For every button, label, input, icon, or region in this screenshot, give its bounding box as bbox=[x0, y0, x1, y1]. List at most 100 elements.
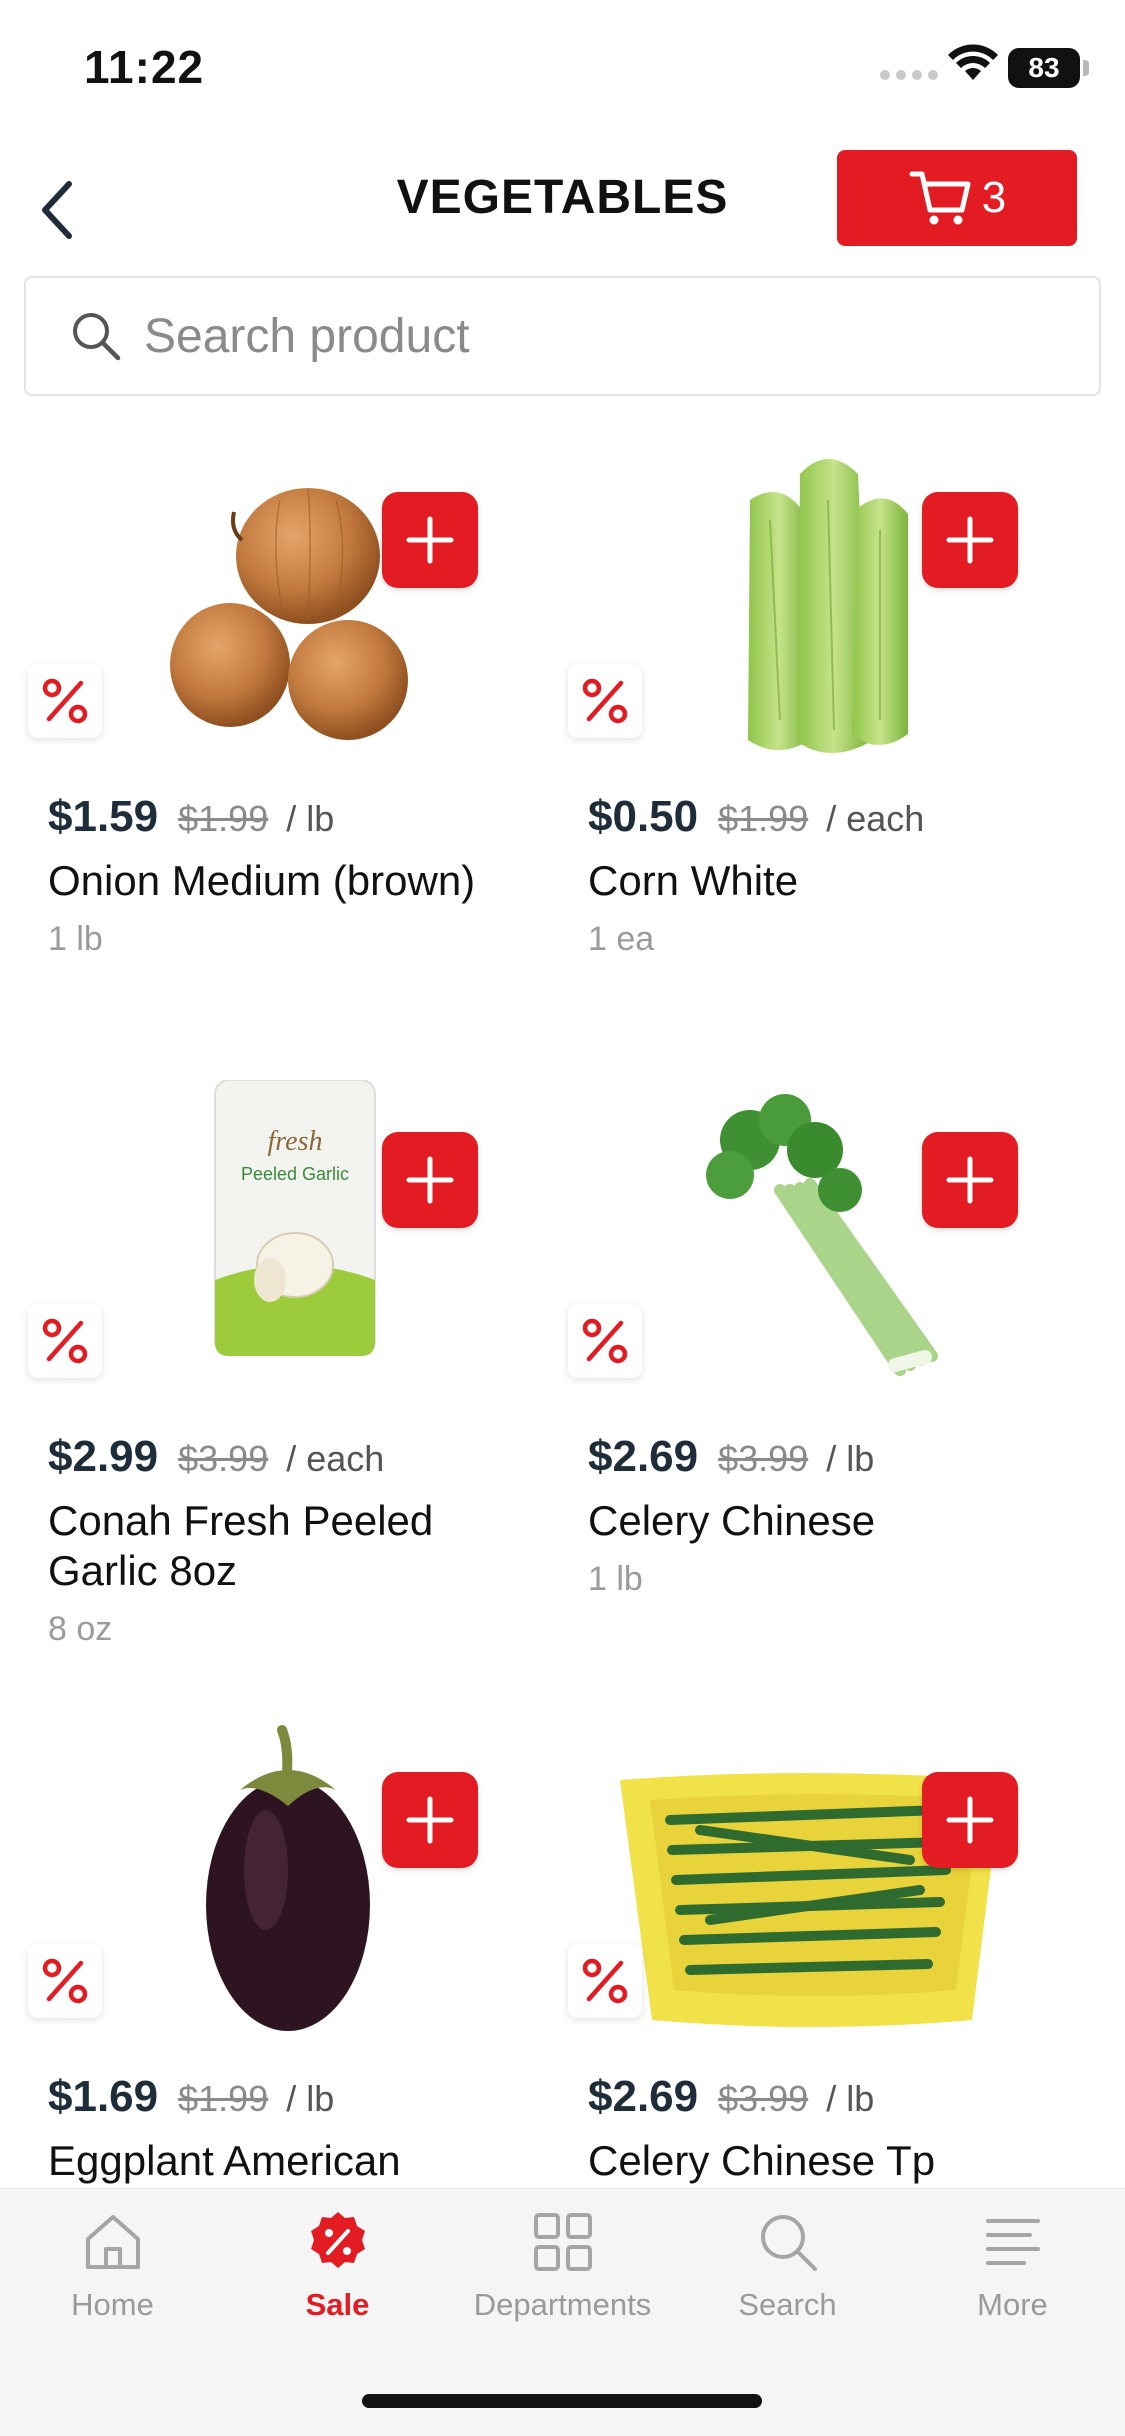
add-to-cart-button[interactable] bbox=[382, 1132, 478, 1228]
product-name-block: Eggplant American bbox=[48, 2136, 528, 2186]
celery-tray-image bbox=[620, 1773, 1002, 2027]
tab-search[interactable]: Search bbox=[675, 2209, 900, 2349]
price-unit: / lb bbox=[826, 1438, 875, 1479]
product-card[interactable]: $2.69 $3.99 / lb Celery Chinese Tp bbox=[540, 1720, 1080, 2190]
menu-icon bbox=[985, 2219, 1040, 2265]
sale-badge bbox=[28, 1304, 102, 1378]
svg-text:fresh: fresh bbox=[268, 1126, 323, 1157]
price-row: $2.69 $3.99 / lb bbox=[588, 2072, 874, 2122]
percent-icon bbox=[42, 1318, 88, 1364]
home-icon bbox=[85, 2215, 140, 2269]
svg-text:Peeled Garlic: Peeled Garlic bbox=[241, 1164, 349, 1184]
tab-home[interactable]: Home bbox=[0, 2209, 225, 2349]
percent-icon bbox=[42, 678, 88, 724]
tab-label: Sale bbox=[305, 2287, 370, 2322]
price: $2.69 bbox=[588, 2072, 699, 2121]
sale-badge bbox=[568, 664, 642, 738]
product-name: Onion Medium (brown) bbox=[48, 857, 476, 904]
battery-cap bbox=[1083, 60, 1089, 76]
plus-icon bbox=[946, 1156, 994, 1204]
price-unit: / lb bbox=[286, 798, 335, 839]
old-price: $1.99 bbox=[178, 798, 269, 839]
old-price: $1.99 bbox=[178, 2078, 269, 2119]
sale-badge bbox=[28, 664, 102, 738]
product-card[interactable]: $0.50 $1.99 / each Corn White 1 ea bbox=[540, 440, 1080, 1060]
old-price: $1.99 bbox=[718, 798, 809, 839]
tab-label: Search bbox=[738, 2287, 837, 2322]
battery-icon: 83 bbox=[1008, 48, 1080, 88]
header: VEGETABLES 3 bbox=[0, 140, 1125, 265]
price-row: $0.50 $1.99 / each bbox=[588, 792, 924, 842]
product-name-block: Conah Fresh Peeled Garlic 8oz 8 oz bbox=[48, 1496, 528, 1654]
price-unit: / lb bbox=[826, 2078, 875, 2119]
price-row: $2.99 $3.99 / each bbox=[48, 1432, 384, 1482]
add-to-cart-button[interactable] bbox=[922, 492, 1018, 588]
add-to-cart-button[interactable] bbox=[382, 1772, 478, 1868]
percent-icon bbox=[582, 1318, 628, 1364]
battery-level: 83 bbox=[1028, 52, 1060, 83]
product-card[interactable]: $1.59 $1.99 / lb Onion Medium (brown) 1 … bbox=[0, 440, 540, 1060]
tab-departments[interactable]: Departments bbox=[450, 2209, 675, 2349]
price-row: $1.59 $1.99 / lb bbox=[48, 792, 334, 842]
add-to-cart-button[interactable] bbox=[922, 1772, 1018, 1868]
celery-image bbox=[706, 1094, 938, 1376]
plus-icon bbox=[406, 1796, 454, 1844]
tab-label: More bbox=[977, 2287, 1048, 2322]
product-name: Conah Fresh Peeled Garlic 8oz bbox=[48, 1497, 434, 1594]
grid-icon bbox=[533, 2213, 592, 2271]
product-name-block: Corn White 1 ea bbox=[588, 856, 1068, 964]
status-time: 11:22 bbox=[84, 41, 205, 93]
product-name: Corn White bbox=[588, 857, 799, 904]
product-card[interactable]: $2.69 $3.99 / lb Celery Chinese 1 lb bbox=[540, 1080, 1080, 1700]
old-price: $3.99 bbox=[718, 2078, 809, 2119]
tab-label: Departments bbox=[473, 2287, 652, 2322]
product-card[interactable]: fresh Peeled Garlic $2.99 $3.99 / each C… bbox=[0, 1080, 540, 1700]
old-price: $3.99 bbox=[178, 1438, 269, 1479]
product-name-block: Celery Chinese Tp bbox=[588, 2136, 1068, 2186]
product-card[interactable]: $1.69 $1.99 / lb Eggplant American bbox=[0, 1720, 540, 2190]
cart-count: 3 bbox=[981, 173, 1007, 222]
product-name: Celery Chinese Tp bbox=[588, 2137, 936, 2184]
sale-icon bbox=[310, 2212, 365, 2268]
signal-icon bbox=[880, 70, 938, 80]
product-name: Celery Chinese bbox=[588, 1497, 876, 1544]
price-unit: / each bbox=[286, 1438, 385, 1479]
tab-sale[interactable]: Sale bbox=[225, 2209, 450, 2349]
percent-icon bbox=[582, 678, 628, 724]
status-bar: 11:22 83 bbox=[0, 0, 1125, 140]
product-name: Eggplant American bbox=[48, 2137, 401, 2184]
wifi-icon bbox=[948, 44, 998, 80]
price: $1.59 bbox=[48, 792, 159, 841]
add-to-cart-button[interactable] bbox=[382, 492, 478, 588]
eggplant-image bbox=[206, 1725, 370, 2031]
old-price: $3.99 bbox=[718, 1438, 809, 1479]
search-bar[interactable] bbox=[24, 276, 1101, 396]
corn-image bbox=[748, 459, 908, 753]
price: $0.50 bbox=[588, 792, 699, 841]
product-size: 8 oz bbox=[48, 1610, 113, 1648]
plus-icon bbox=[406, 1156, 454, 1204]
sale-badge bbox=[568, 1944, 642, 2018]
home-indicator bbox=[362, 2394, 762, 2408]
price-unit: / each bbox=[826, 798, 925, 839]
product-name-block: Onion Medium (brown) 1 lb bbox=[48, 856, 528, 964]
cart-button[interactable]: 3 bbox=[837, 150, 1077, 246]
price-unit: / lb bbox=[286, 2078, 335, 2119]
percent-icon bbox=[582, 1958, 628, 2004]
percent-icon bbox=[42, 1958, 88, 2004]
product-size: 1 ea bbox=[588, 920, 655, 958]
price: $2.99 bbox=[48, 1432, 159, 1481]
price-row: $1.69 $1.99 / lb bbox=[48, 2072, 334, 2122]
add-to-cart-button[interactable] bbox=[922, 1132, 1018, 1228]
onion-image bbox=[170, 488, 408, 740]
search-input[interactable] bbox=[144, 308, 1044, 364]
plus-icon bbox=[406, 516, 454, 564]
garlic-package-image: fresh Peeled Garlic bbox=[214, 1080, 376, 1356]
plus-icon bbox=[946, 1796, 994, 1844]
sale-badge bbox=[568, 1304, 642, 1378]
search-icon bbox=[73, 313, 121, 361]
product-grid: $1.59 $1.99 / lb Onion Medium (brown) 1 … bbox=[0, 440, 1125, 2190]
sale-badge bbox=[28, 1944, 102, 2018]
plus-icon bbox=[946, 516, 994, 564]
tab-more[interactable]: More bbox=[900, 2209, 1125, 2349]
